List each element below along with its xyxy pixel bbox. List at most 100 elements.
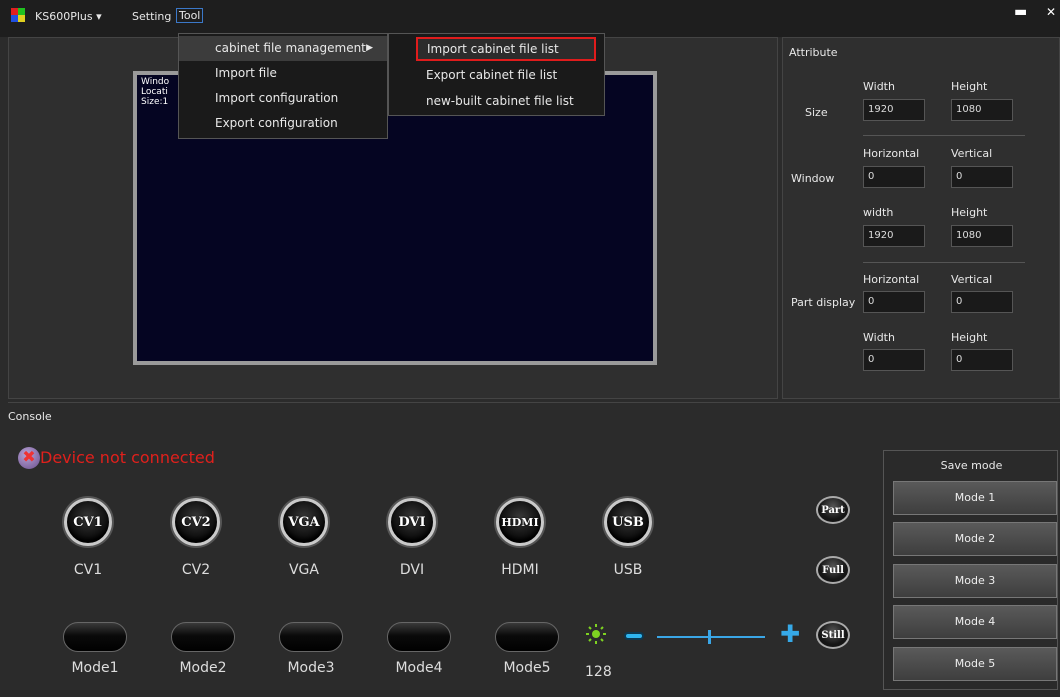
window-height-label: Height: [951, 206, 988, 219]
part-height-label: Height: [951, 331, 988, 344]
size-width-label: Width: [863, 80, 895, 93]
brightness-increase-icon[interactable]: ✚: [779, 622, 801, 646]
menu-item-new-built-cabinet-file-list[interactable]: new-built cabinet file list: [389, 89, 604, 113]
size-height-label: Height: [951, 80, 988, 93]
device-label: KS600Plus: [35, 10, 93, 23]
window-horizontal-label: Horizontal: [863, 147, 920, 160]
save-mode5-button[interactable]: Mode 5: [893, 647, 1057, 681]
source-vga-label: VGA: [288, 562, 319, 578]
mode4-label: Mode4: [395, 660, 443, 676]
cv1-icon: CV1: [73, 514, 103, 530]
source-cv1-button[interactable]: CV1: [64, 498, 112, 546]
attribute-panel: Attribute Width Height Size 1920 1080 Ho…: [782, 37, 1060, 399]
mode2-label: Mode2: [179, 660, 227, 676]
part-width-input[interactable]: 0: [863, 349, 925, 371]
divider: [863, 135, 1025, 136]
app-logo-icon: [11, 8, 25, 22]
brightness-decrease-icon[interactable]: [624, 632, 644, 640]
source-hdmi-button[interactable]: HDMI: [496, 498, 544, 546]
part-vertical-label: Vertical: [951, 273, 993, 286]
part-button[interactable]: Part: [816, 496, 850, 524]
chevron-down-icon: ▾: [96, 10, 102, 23]
source-cv2-label: CV2: [181, 562, 211, 578]
part-horizontal-label: Horizontal: [863, 273, 920, 286]
source-cv1-label: CV1: [73, 562, 103, 578]
mode1-label: Mode1: [71, 660, 119, 676]
save-mode1-button[interactable]: Mode 1: [893, 481, 1057, 515]
window-vertical-input[interactable]: 0: [951, 166, 1013, 188]
source-vga-button[interactable]: VGA: [280, 498, 328, 546]
menu-tool[interactable]: Tool: [176, 8, 204, 23]
screen-info: Windo Locati Size:1: [141, 77, 169, 107]
menu-item-export-configuration[interactable]: Export configuration: [179, 111, 387, 136]
menu-item-import-configuration[interactable]: Import configuration: [179, 86, 387, 111]
title-bar: KS600Plus ▾ Setting Tool ▬ ✕: [0, 0, 1060, 37]
window-height-input[interactable]: 1080: [951, 225, 1013, 247]
cv2-icon: CV2: [181, 514, 211, 530]
save-mode4-button[interactable]: Mode 4: [893, 605, 1057, 639]
source-dvi-button[interactable]: DVI: [388, 498, 436, 546]
mode4-button[interactable]: [387, 622, 451, 652]
source-usb-label: USB: [613, 562, 643, 578]
source-usb-button[interactable]: USB: [604, 498, 652, 546]
window-width-label: width: [863, 206, 894, 219]
vga-icon: VGA: [288, 514, 320, 530]
mode3-label: Mode3: [287, 660, 335, 676]
save-mode2-button[interactable]: Mode 2: [893, 522, 1057, 556]
part-height-input[interactable]: 0: [951, 349, 1013, 371]
window-width-input[interactable]: 1920: [863, 225, 925, 247]
attribute-title: Attribute: [789, 46, 838, 59]
part-display-label: Part display: [791, 296, 856, 309]
part-vertical-input[interactable]: 0: [951, 291, 1013, 313]
source-cv2-button[interactable]: CV2: [172, 498, 220, 546]
brightness-slider[interactable]: [657, 636, 765, 638]
save-mode-title: Save mode: [940, 459, 1003, 472]
console-title: Console: [8, 410, 52, 423]
menu-item-import-file[interactable]: Import file: [179, 61, 387, 86]
mode5-button[interactable]: [495, 622, 559, 652]
brightness-icon: [586, 624, 606, 644]
mode1-button[interactable]: [63, 622, 127, 652]
disconnected-icon: ✖: [18, 447, 40, 469]
location-info: Locati: [141, 87, 168, 97]
full-button[interactable]: Full: [816, 556, 850, 584]
window-horizontal-input[interactable]: 0: [863, 166, 925, 188]
still-button[interactable]: Still: [816, 621, 850, 649]
dvi-icon: DVI: [398, 514, 426, 530]
menu-item-import-cabinet-file-list[interactable]: Import cabinet file list: [416, 37, 596, 61]
full-icon: Full: [822, 564, 844, 576]
save-mode-panel: Save mode Mode 1 Mode 2 Mode 3 Mode 4 Mo…: [883, 450, 1058, 690]
menu-item-export-cabinet-file-list[interactable]: Export cabinet file list: [389, 63, 604, 87]
mode3-button[interactable]: [279, 622, 343, 652]
close-icon[interactable]: ✕: [1046, 5, 1056, 19]
source-hdmi-label: HDMI: [501, 562, 539, 578]
size-label: Size: [805, 106, 828, 119]
still-icon: Still: [821, 629, 845, 641]
divider: [863, 262, 1025, 263]
window-label: Window: [791, 172, 835, 185]
window-vertical-label: Vertical: [951, 147, 993, 160]
part-width-label: Width: [863, 331, 895, 344]
part-horizontal-input[interactable]: 0: [863, 291, 925, 313]
mode2-button[interactable]: [171, 622, 235, 652]
size-info: Size:1: [141, 97, 169, 107]
device-selector[interactable]: KS600Plus ▾: [35, 10, 102, 23]
tool-menu: cabinet file management ▶ Import file Im…: [178, 33, 388, 139]
submenu-arrow-icon: ▶: [366, 43, 373, 53]
usb-icon: USB: [612, 514, 644, 530]
size-width-input[interactable]: 1920: [863, 99, 925, 121]
menu-item-label: cabinet file management: [215, 41, 366, 55]
menu-item-cabinet-file-management[interactable]: cabinet file management ▶: [179, 36, 387, 61]
part-icon: Part: [821, 504, 845, 516]
cabinet-submenu: Import cabinet file list Export cabinet …: [388, 33, 605, 116]
hdmi-icon: HDMI: [501, 515, 539, 529]
source-dvi-label: DVI: [399, 562, 425, 578]
brightness-value: 128: [585, 664, 612, 680]
menu-setting[interactable]: Setting: [132, 10, 171, 23]
brightness-slider-handle[interactable]: [708, 630, 711, 644]
size-height-input[interactable]: 1080: [951, 99, 1013, 121]
save-mode3-button[interactable]: Mode 3: [893, 564, 1057, 598]
mode5-label: Mode5: [503, 660, 551, 676]
connection-status: Device not connected: [40, 448, 215, 467]
minimize-icon[interactable]: ▬: [1014, 4, 1027, 20]
